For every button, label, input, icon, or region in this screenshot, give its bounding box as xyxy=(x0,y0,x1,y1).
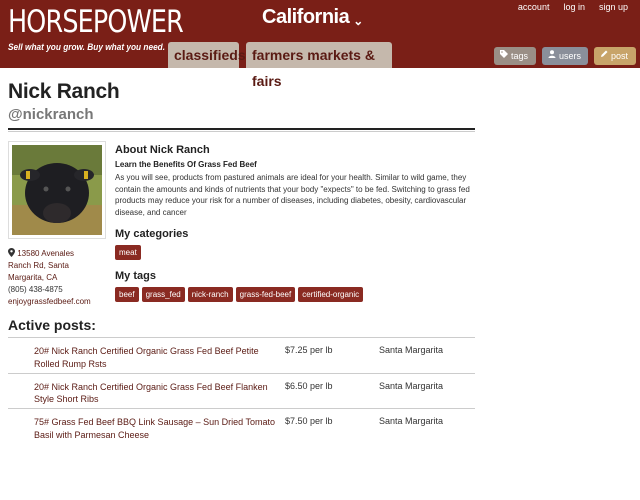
post-location: Santa Margarita xyxy=(379,380,444,391)
about-subtitle: Learn the Benefits Of Grass Fed Beef xyxy=(115,160,257,169)
tab-classifieds[interactable]: classifieds xyxy=(168,42,246,68)
address-road[interactable]: Ranch Rd, Santa xyxy=(8,260,91,272)
site-logo[interactable]: HORSEPOWER xyxy=(8,4,184,40)
posts-list: 20# Nick Ranch Certified Organic Grass F… xyxy=(8,337,475,444)
phone-number: (805) 438-4875 xyxy=(8,285,63,294)
address-city[interactable]: Margarita, CA xyxy=(8,272,91,284)
post-button[interactable]: post xyxy=(594,47,636,65)
post-button-label: post xyxy=(611,51,629,61)
category-chip[interactable]: meat xyxy=(115,245,141,260)
tag-chip[interactable]: beef xyxy=(115,287,139,302)
profile-photo xyxy=(8,141,106,239)
post-title-link[interactable]: 20# Nick Ranch Certified Organic Grass F… xyxy=(8,345,285,370)
login-link[interactable]: log in xyxy=(563,2,585,12)
tag-list: beef grass_fed nick-ranch grass-fed-beef… xyxy=(115,287,364,302)
post-row: 75# Grass Fed Beef BBQ Link Sausage – Su… xyxy=(8,408,475,444)
tag-chip[interactable]: grass-fed-beef xyxy=(235,287,296,302)
tags-button-label: tags xyxy=(511,51,529,61)
site-tagline: Sell what you grow. Buy what you need. xyxy=(8,42,166,52)
users-button[interactable]: users xyxy=(542,47,588,65)
post-price: $6.50 per lb xyxy=(285,380,333,391)
post-row: 20# Nick Ranch Certified Organic Grass F… xyxy=(8,337,475,373)
active-posts-title: Active posts: xyxy=(8,317,96,333)
contact-info: 13580 Avenales Ranch Rd, Santa Margarita… xyxy=(8,248,91,308)
about-title: About Nick Ranch xyxy=(115,144,210,156)
map-pin-icon xyxy=(8,248,17,258)
region-selector[interactable]: California ⌄ xyxy=(262,6,363,29)
tags-button[interactable]: tags xyxy=(494,47,536,65)
tab-farmers-markets[interactable]: farmers markets & fairs xyxy=(246,42,392,89)
divider xyxy=(8,128,475,130)
users-button-label: users xyxy=(559,51,582,61)
account-links: account log in sign up xyxy=(518,2,628,12)
region-label: California xyxy=(262,6,350,28)
profile-name: Nick Ranch xyxy=(8,80,120,103)
post-location: Santa Margarita xyxy=(379,416,444,426)
post-price: $7.25 per lb xyxy=(285,345,333,355)
pencil-icon xyxy=(600,47,608,65)
user-icon xyxy=(548,47,556,65)
tag-icon xyxy=(500,47,508,65)
post-location: Santa Margarita xyxy=(379,345,444,355)
categories-title: My categories xyxy=(115,228,189,240)
cow-photo-image xyxy=(12,145,102,235)
tag-chip[interactable]: certified-organic xyxy=(298,287,364,302)
tag-chip[interactable]: nick-ranch xyxy=(187,287,233,302)
divider-thin xyxy=(8,131,475,132)
category-list: meat xyxy=(115,245,141,260)
site-header: HORSEPOWER Sell what you grow. Buy what … xyxy=(0,0,640,89)
post-row: 20# Nick Ranch Certified Organic Grass F… xyxy=(8,372,475,409)
signup-link[interactable]: sign up xyxy=(599,2,628,12)
chevron-down-icon: ⌄ xyxy=(353,14,363,28)
tag-chip[interactable]: grass_fed xyxy=(141,287,185,302)
profile-handle: @nickranch xyxy=(8,106,94,123)
account-link[interactable]: account xyxy=(518,2,550,12)
about-body: As you will see, products from pastured … xyxy=(115,173,470,217)
post-title-link[interactable]: 20# Nick Ranch Certified Organic Grass F… xyxy=(8,381,285,406)
website-link[interactable]: enjoygrassfedbeef.com xyxy=(8,296,91,308)
address-street[interactable]: 13580 Avenales xyxy=(17,249,74,258)
tags-title: My tags xyxy=(115,270,156,282)
post-price: $7.50 per lb xyxy=(285,416,333,426)
post-title-link[interactable]: 75# Grass Fed Beef BBQ Link Sausage – Su… xyxy=(8,416,285,441)
